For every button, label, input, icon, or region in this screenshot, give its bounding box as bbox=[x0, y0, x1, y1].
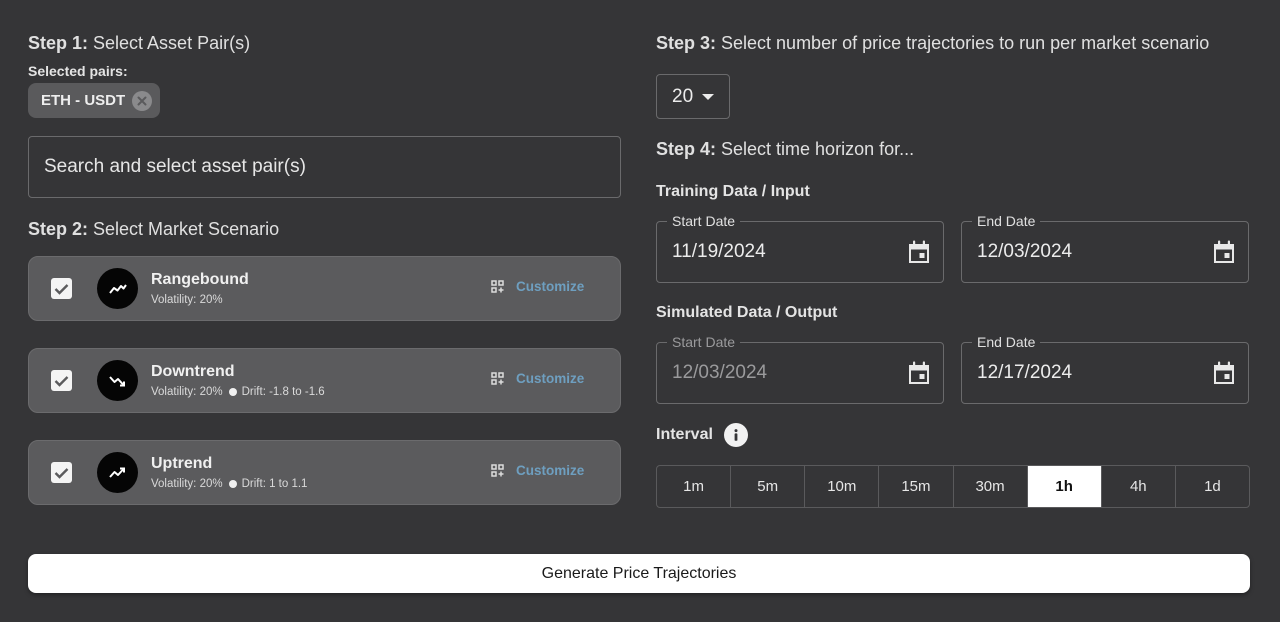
scenario-volatility: Volatility: 20% bbox=[151, 478, 223, 490]
uptrend-icon bbox=[97, 452, 138, 493]
trajectory-count-value: 20 bbox=[672, 85, 694, 107]
calendar-icon[interactable] bbox=[1213, 240, 1235, 264]
calendar-icon bbox=[909, 361, 929, 384]
field-value: 12/03/2024 bbox=[672, 362, 768, 383]
generate-trajectories-button[interactable]: Generate Price Trajectories bbox=[28, 554, 1250, 593]
simulated-data-title: Simulated Data / Output bbox=[656, 304, 838, 321]
scenario-card-uptrend[interactable]: Uptrend Volatility: 20% Drift: 1 to 1.1 C… bbox=[28, 440, 621, 505]
interval-option-1d[interactable]: 1d bbox=[1176, 466, 1249, 507]
scenario-checkbox[interactable] bbox=[51, 462, 72, 483]
scenario-name: Rangebound bbox=[151, 271, 249, 288]
field-value: 12/03/2024 bbox=[977, 241, 1073, 262]
scenario-volatility: Volatility: 20% bbox=[151, 294, 223, 306]
field-value: 11/19/2024 bbox=[672, 241, 766, 262]
selected-pairs-label: Selected pairs: bbox=[28, 63, 128, 79]
training-start-date-field[interactable]: Start Date 11/19/2024 bbox=[656, 213, 944, 283]
calendar-icon[interactable] bbox=[908, 240, 930, 264]
remove-chip-icon[interactable] bbox=[132, 91, 152, 111]
asset-search-input[interactable]: Search and select asset pair(s) bbox=[28, 136, 621, 198]
interval-option-1m[interactable]: 1m bbox=[657, 466, 732, 507]
customize-grid-icon bbox=[491, 280, 504, 293]
customize-button[interactable]: Customize bbox=[491, 463, 584, 478]
interval-option-4h[interactable]: 4h bbox=[1102, 466, 1176, 507]
scenario-meta: Volatility: 20% Drift: 1 to 1.1 bbox=[151, 478, 307, 490]
field-label: End Date bbox=[972, 213, 1041, 229]
asset-pair-chip: ETH - USDT bbox=[28, 83, 160, 118]
customize-grid-icon bbox=[491, 464, 504, 477]
interval-option-1h[interactable]: 1h bbox=[1027, 466, 1102, 507]
interval-option-5m[interactable]: 5m bbox=[731, 466, 806, 507]
field-label: Start Date bbox=[667, 213, 741, 229]
simulated-start-date-field: Start Date 12/03/2024 bbox=[656, 334, 944, 404]
scenario-drift: Drift: 1 to 1.1 bbox=[241, 478, 308, 490]
scenario-card-rangebound[interactable]: Rangebound Volatility: 20% Customize bbox=[28, 256, 621, 321]
field-value: 12/17/2024 bbox=[977, 362, 1073, 383]
chip-label: ETH - USDT bbox=[41, 92, 126, 109]
calendar-icon[interactable] bbox=[1213, 361, 1235, 385]
scenario-card-downtrend[interactable]: Downtrend Volatility: 20% Drift: -1.8 to … bbox=[28, 348, 621, 413]
interval-label: Interval bbox=[656, 426, 713, 443]
customize-button[interactable]: Customize bbox=[491, 371, 584, 386]
customize-label: Customize bbox=[516, 371, 585, 386]
step4-title: Step 4: Select time horizon for... bbox=[656, 139, 915, 159]
scenario-checkbox[interactable] bbox=[51, 370, 72, 391]
scenario-checkbox[interactable] bbox=[51, 278, 72, 299]
asset-search-placeholder: Search and select asset pair(s) bbox=[44, 156, 306, 177]
customize-label: Customize bbox=[516, 279, 585, 294]
interval-option-30m[interactable]: 30m bbox=[954, 466, 1028, 507]
scenario-name: Uptrend bbox=[151, 455, 213, 472]
customize-button[interactable]: Customize bbox=[491, 279, 584, 294]
step3-title: Step 3: Select number of price trajector… bbox=[656, 33, 1210, 53]
trajectory-count-select[interactable]: 20 bbox=[656, 74, 730, 119]
step2-title: Step 2: Select Market Scenario bbox=[28, 219, 280, 239]
scenario-drift: Drift: -1.8 to -1.6 bbox=[241, 386, 325, 398]
separator-dot bbox=[228, 388, 237, 396]
training-data-title: Training Data / Input bbox=[656, 183, 810, 200]
downtrend-icon bbox=[97, 360, 138, 401]
scenario-name: Downtrend bbox=[151, 363, 235, 380]
scenario-meta: Volatility: 20% Drift: -1.8 to -1.6 bbox=[151, 386, 325, 398]
rangebound-trend-icon bbox=[97, 268, 138, 309]
customize-label: Customize bbox=[516, 463, 585, 478]
chevron-down-icon bbox=[702, 94, 714, 100]
scenario-volatility: Volatility: 20% bbox=[151, 386, 223, 398]
field-label: Start Date bbox=[667, 334, 741, 350]
interval-option-10m[interactable]: 10m bbox=[805, 466, 880, 507]
separator-dot bbox=[228, 480, 237, 488]
interval-selector: 1m 5m 10m 15m 30m 1h 4h 1d bbox=[656, 465, 1250, 508]
customize-grid-icon bbox=[491, 372, 504, 385]
interval-option-15m[interactable]: 15m bbox=[879, 466, 954, 507]
step1-title: Step 1: Select Asset Pair(s) bbox=[28, 33, 251, 53]
training-end-date-field[interactable]: End Date 12/03/2024 bbox=[961, 213, 1249, 283]
scenario-meta: Volatility: 20% bbox=[151, 294, 223, 306]
info-icon[interactable] bbox=[724, 423, 748, 447]
field-label: End Date bbox=[972, 334, 1041, 350]
simulated-end-date-field[interactable]: End Date 12/17/2024 bbox=[961, 334, 1249, 404]
